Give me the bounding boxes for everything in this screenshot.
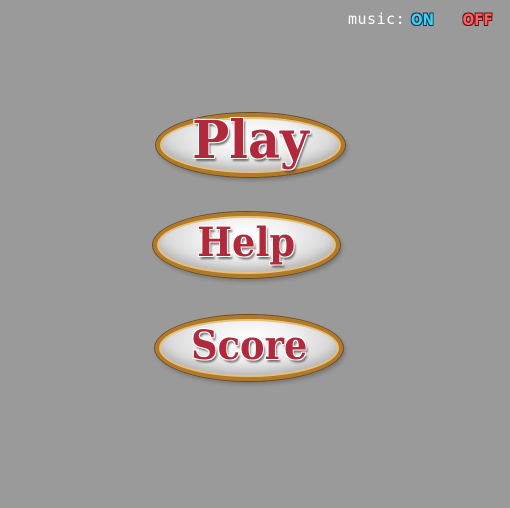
music-label: music: <box>348 10 406 28</box>
help-button[interactable]: Help <box>153 212 340 278</box>
music-off-button[interactable]: OFF <box>463 10 493 29</box>
music-toggle: music: ON OFF <box>348 9 496 29</box>
play-button-label: Play <box>192 110 309 171</box>
play-button[interactable]: Play <box>156 113 345 177</box>
help-button-label: Help <box>197 219 296 266</box>
music-on-button[interactable]: ON <box>411 10 434 29</box>
score-button[interactable]: Score <box>155 315 343 381</box>
score-button-label: Score <box>190 322 308 369</box>
